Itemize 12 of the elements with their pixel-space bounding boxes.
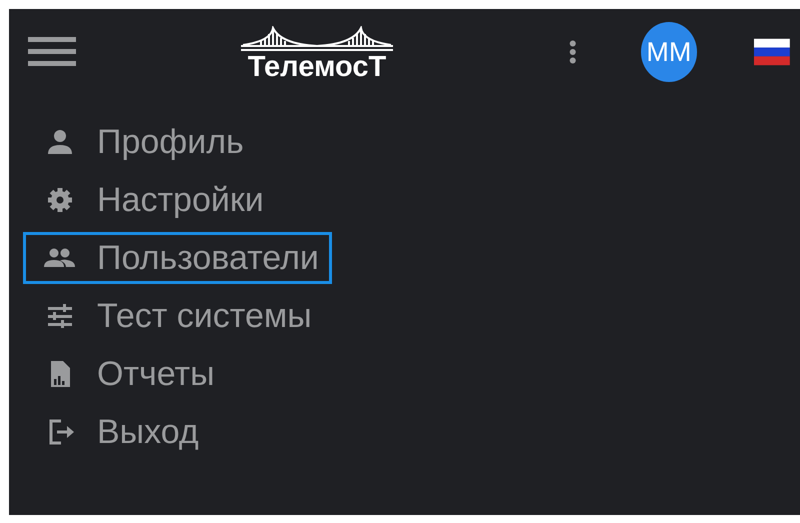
flag-icon[interactable] (754, 38, 790, 66)
menu-item[interactable]: Тест системы (23, 290, 325, 342)
menu-item[interactable]: Настройки (23, 174, 277, 226)
menu-item[interactable]: Выход (23, 406, 212, 458)
menu-item[interactable]: Отчеты (23, 348, 228, 400)
menu-item[interactable]: Пользователи (23, 232, 332, 284)
bridge-icon (241, 26, 393, 52)
logo-text: ТелемосТ (248, 52, 386, 82)
more-options-icon[interactable] (569, 39, 577, 65)
menu-item[interactable]: Профиль (23, 116, 257, 168)
user-avatar[interactable]: MM (640, 22, 698, 82)
menu-icon[interactable] (28, 36, 76, 68)
